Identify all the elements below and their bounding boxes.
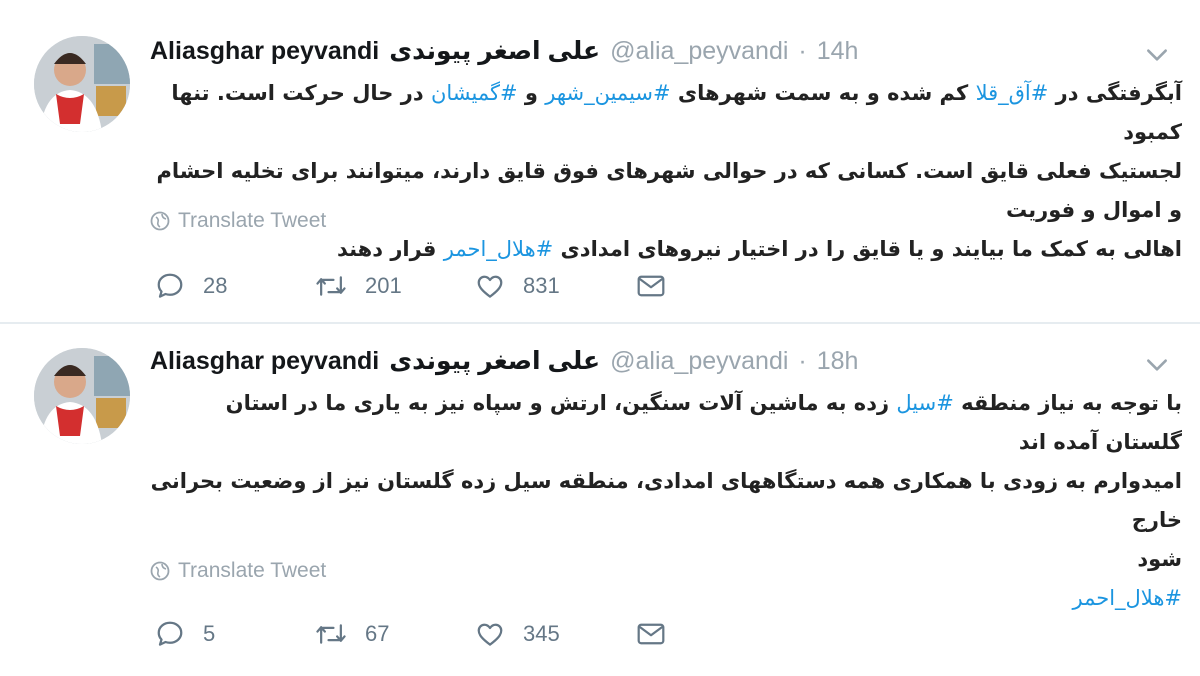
tweet-header: Aliasghar peyvandi علی اصغر پیوندی @alia… [150, 344, 1130, 378]
like-button[interactable]: 831 [475, 271, 635, 301]
separator: · [798, 36, 807, 65]
hashtag-link[interactable]: #سیمین_شهر [545, 81, 670, 105]
translate-label: Translate Tweet [178, 559, 327, 582]
tweet-text-segment: و [517, 81, 546, 105]
like-count: 831 [523, 273, 560, 298]
display-name-fa[interactable]: علی اصغر پیوندی [389, 346, 600, 376]
tweet-text-line: امیدوارم به زودی با همکاری همه دستگاههای… [150, 462, 1182, 540]
like-count: 345 [523, 621, 560, 646]
translate-tweet-link[interactable]: Translate Tweet [150, 556, 326, 586]
hashtag-link[interactable]: #هلال_احمر [1072, 586, 1182, 610]
like-icon [477, 623, 503, 646]
dm-icon [637, 275, 665, 297]
reply-count: 28 [203, 273, 228, 298]
hashtag-link[interactable]: #هلال_احمر [444, 237, 554, 261]
direct-message-button[interactable] [635, 619, 795, 649]
tweet-text-line: با توجه به نیاز منطقه #سیل زده به ماشین … [150, 384, 1182, 462]
tweet-text: آبگرفتگی در #آق_قلا کم شده و به سمت شهره… [150, 74, 1182, 269]
display-name[interactable]: Aliasghar peyvandi [150, 37, 379, 66]
tweet-text-segment: آبگرفتگی در [1048, 81, 1182, 105]
reply-button[interactable]: 5 [155, 619, 315, 649]
reply-count: 5 [203, 621, 216, 646]
chevron-down-icon[interactable] [1144, 352, 1170, 378]
translate-tweet-link[interactable]: Translate Tweet [150, 206, 326, 236]
avatar-image [34, 348, 130, 444]
separator: · [798, 346, 807, 375]
tweet-text-segment: شود [1137, 547, 1182, 571]
handle[interactable]: @alia_peyvandi [610, 37, 788, 66]
tweet-text-segment: اهالی به کمک ما بیایند و یا قایق را در ا… [553, 237, 1182, 261]
like-icon [477, 275, 503, 298]
retweet-count: 67 [365, 621, 390, 646]
reply-icon [157, 273, 183, 298]
chevron-down-icon[interactable] [1144, 42, 1170, 68]
tweet-header: Aliasghar peyvandi علی اصغر پیوندی @alia… [150, 34, 1130, 68]
tweet-text-segment: قرار دهند [336, 237, 444, 261]
display-name-fa[interactable]: علی اصغر پیوندی [389, 36, 600, 66]
globe-icon [150, 561, 170, 581]
globe-icon [150, 211, 170, 231]
retweet-icon [316, 624, 346, 644]
retweet-icon [316, 276, 346, 296]
dm-icon [637, 623, 665, 645]
avatar-image [34, 36, 130, 132]
translate-label: Translate Tweet [178, 209, 327, 232]
timestamp[interactable]: 18h [817, 347, 859, 376]
tweet: Aliasghar peyvandi علی اصغر پیوندی @alia… [0, 326, 1200, 676]
reply-button[interactable]: 28 [155, 271, 315, 301]
retweet-button[interactable]: 201 [315, 271, 475, 301]
hashtag-link[interactable]: #سیل [896, 391, 953, 415]
tweet-actions: 28 201 831 [155, 266, 795, 306]
tweet: Aliasghar peyvandi علی اصغر پیوندی @alia… [0, 0, 1200, 324]
hashtag-link[interactable]: #گمیشان [431, 81, 518, 105]
direct-message-button[interactable] [635, 271, 795, 301]
avatar[interactable] [34, 348, 130, 444]
like-button[interactable]: 345 [475, 619, 635, 649]
tweet-text-segment: امیدوارم به زودی با همکاری همه دستگاههای… [150, 469, 1182, 532]
display-name[interactable]: Aliasghar peyvandi [150, 347, 379, 376]
timestamp[interactable]: 14h [817, 37, 859, 66]
tweet-text-segment: با توجه به نیاز منطقه [953, 391, 1182, 415]
handle[interactable]: @alia_peyvandi [610, 347, 788, 376]
retweet-button[interactable]: 67 [315, 619, 475, 649]
retweet-count: 201 [365, 273, 402, 298]
hashtag-link[interactable]: #آق_قلا [976, 81, 1049, 105]
avatar[interactable] [34, 36, 130, 132]
tweet-text-segment: کم شده و به سمت شهرهای [670, 81, 976, 105]
tweet-text-line: آبگرفتگی در #آق_قلا کم شده و به سمت شهره… [150, 74, 1182, 152]
tweet-actions: 5 67 345 [155, 614, 795, 654]
reply-icon [157, 621, 183, 646]
